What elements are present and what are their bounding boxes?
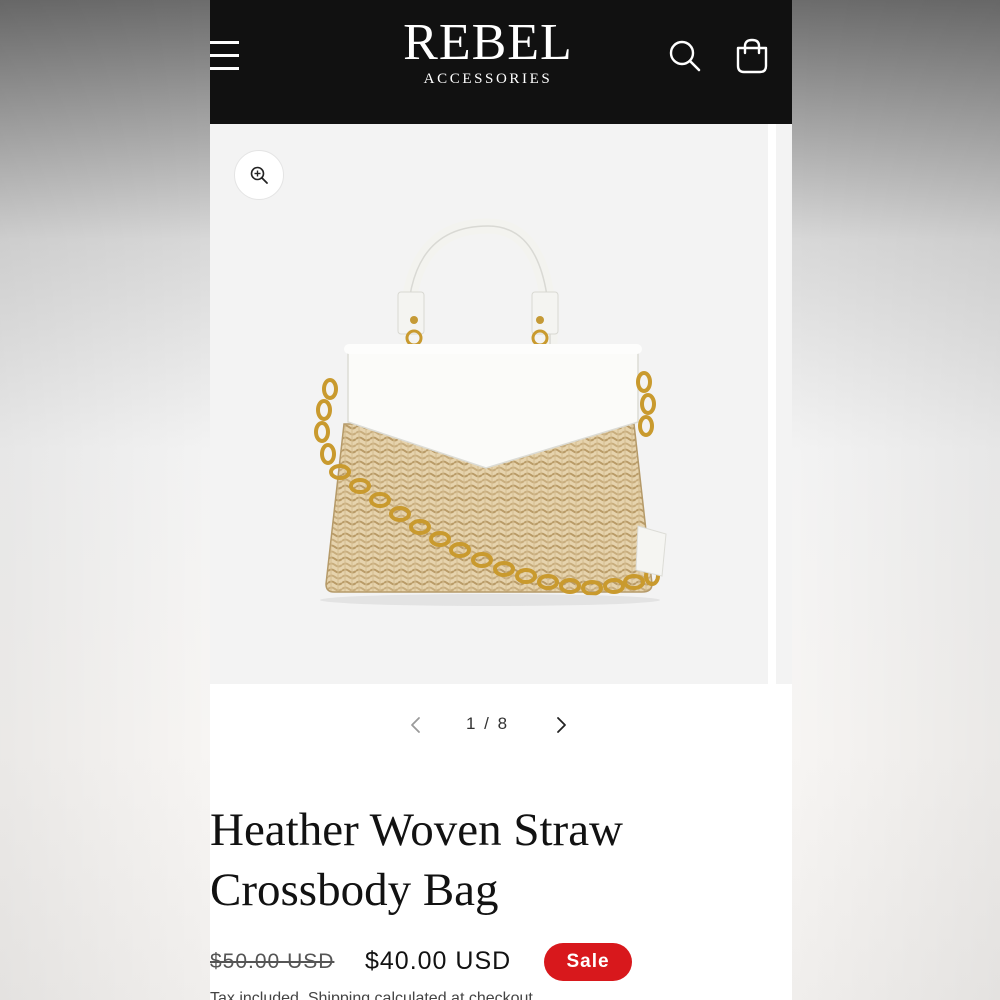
compare-at-price: $50.00 USD xyxy=(210,950,335,973)
slider-pagination: 1 / 8 xyxy=(210,684,792,764)
gallery-slide-divider xyxy=(768,124,776,684)
product-gallery xyxy=(210,124,792,684)
product-title: Heather Woven Straw Crossbody Bag xyxy=(210,800,770,920)
logo-sub-text: ACCESSORIES xyxy=(423,71,553,87)
sale-badge: Sale xyxy=(544,943,632,981)
product-image[interactable] xyxy=(300,214,670,614)
zoom-in-icon[interactable] xyxy=(234,150,284,200)
slide-counter: 1 / 8 xyxy=(465,714,510,733)
tax-shipping-note: Tax included. Shipping calculated at che… xyxy=(210,990,538,1000)
chevron-left-icon[interactable] xyxy=(405,714,427,736)
sale-price: $40.00 USD xyxy=(365,947,512,975)
left-background xyxy=(0,0,210,1000)
shopping-bag-icon[interactable] xyxy=(732,36,772,76)
search-icon[interactable] xyxy=(665,36,705,76)
product-page: REBEL ACCESSORIES 1 / 8 Heather Woven St… xyxy=(210,0,792,1000)
price-row: $50.00 USD $40.00 USD Sale xyxy=(210,940,792,986)
site-header: REBEL ACCESSORIES xyxy=(210,0,792,124)
store-logo[interactable]: REBEL ACCESSORIES xyxy=(388,14,588,88)
product-title-line-2: Crossbody Bag xyxy=(210,864,499,916)
hamburger-menu-icon[interactable] xyxy=(210,36,244,76)
chevron-right-icon[interactable] xyxy=(550,714,572,736)
right-background xyxy=(792,0,1000,1000)
product-title-line-1: Heather Woven Straw xyxy=(210,804,623,856)
logo-main-text: REBEL xyxy=(403,14,573,71)
